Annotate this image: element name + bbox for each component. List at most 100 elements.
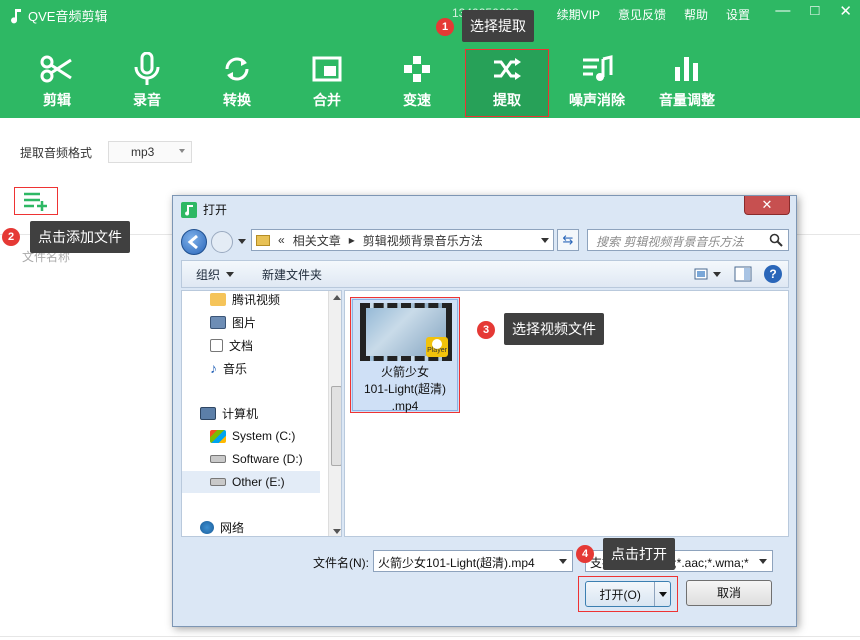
tool-speed[interactable]: 变速 bbox=[372, 50, 462, 116]
tool-label: 录音 bbox=[133, 92, 161, 108]
folder-icon bbox=[256, 234, 270, 246]
tool-label: 转换 bbox=[223, 92, 251, 108]
nav-item-label: System (C:) bbox=[232, 429, 296, 443]
chevron-down-icon[interactable] bbox=[559, 559, 567, 564]
command-bar: 组织 新建文件夹 ? bbox=[181, 260, 789, 288]
callout-add-file: 点击添加文件 bbox=[30, 221, 130, 253]
arrow-left-icon bbox=[187, 234, 198, 250]
network-icon bbox=[200, 520, 214, 534]
breadcrumb-separator[interactable]: ▸ bbox=[349, 233, 355, 247]
top-links: 续期VIP 意见反馈 帮助 设置 bbox=[557, 6, 750, 23]
filename-input[interactable]: 火箭少女101-Light(超清).mp4 bbox=[373, 550, 573, 572]
nav-item-pictures[interactable]: 图片 bbox=[210, 311, 256, 333]
format-select[interactable]: mp3 bbox=[108, 141, 192, 163]
new-folder-button[interactable]: 新建文件夹 bbox=[248, 266, 336, 283]
minimize-button[interactable]: — bbox=[775, 2, 790, 20]
convert-icon bbox=[217, 50, 257, 88]
scrollbar-thumb[interactable] bbox=[331, 386, 341, 466]
tool-record[interactable]: 录音 bbox=[102, 50, 192, 116]
dialog-title: 打开 bbox=[181, 201, 227, 218]
drive-icon bbox=[210, 478, 226, 486]
tool-label: 变速 bbox=[403, 92, 431, 108]
music-note-icon bbox=[11, 8, 21, 23]
search-icon bbox=[769, 233, 783, 247]
callout-select-video: 选择视频文件 bbox=[504, 313, 604, 345]
tool-cut[interactable]: 剪辑 bbox=[12, 50, 102, 116]
back-button[interactable] bbox=[181, 229, 207, 255]
callout-select-extract: 选择提取 bbox=[462, 10, 534, 42]
nav-item-music[interactable]: ♪ 音乐 bbox=[210, 357, 247, 379]
feedback-link[interactable]: 意见反馈 bbox=[618, 6, 666, 23]
music-app-icon bbox=[181, 201, 197, 218]
navigation-pane: 腾讯视频 图片 文档 ♪ 音乐 计算机 System (C:) Software… bbox=[181, 290, 342, 537]
app-title: QVE音频剪辑 bbox=[10, 6, 107, 25]
view-mode-icon[interactable] bbox=[694, 267, 722, 281]
open-options-dropdown[interactable] bbox=[654, 582, 670, 606]
organize-menu[interactable]: 组织 bbox=[182, 266, 248, 283]
dialog-close-button[interactable]: ✕ bbox=[744, 196, 790, 215]
nav-item-network[interactable]: 网络 bbox=[200, 516, 245, 536]
nav-item-drive-e[interactable]: Other (E:) bbox=[182, 471, 320, 493]
shuffle-icon bbox=[487, 50, 527, 88]
view-controls: ? bbox=[694, 265, 782, 283]
microphone-icon bbox=[127, 50, 167, 88]
nav-item-drive-c[interactable]: System (C:) bbox=[210, 425, 295, 447]
nav-item-label: 网络 bbox=[220, 520, 245, 535]
organize-label: 组织 bbox=[196, 267, 221, 282]
tool-label: 噪声消除 bbox=[569, 92, 625, 108]
open-button-label: 打开(O) bbox=[599, 587, 641, 602]
breadcrumb-overflow[interactable]: « bbox=[278, 233, 285, 247]
help-link[interactable]: 帮助 bbox=[684, 6, 708, 23]
play-icon bbox=[432, 339, 442, 349]
windows-drive-icon bbox=[210, 429, 226, 443]
format-label: 提取音频格式 bbox=[20, 146, 93, 160]
chevron-down-icon[interactable] bbox=[541, 238, 549, 243]
breadcrumb-item[interactable]: 剪辑视频背景音乐方法 bbox=[363, 232, 483, 249]
open-button[interactable]: 打开(O) bbox=[585, 581, 671, 607]
computer-icon bbox=[200, 406, 216, 420]
maximize-button[interactable]: □ bbox=[810, 2, 819, 20]
nav-item-computer[interactable]: 计算机 bbox=[200, 402, 258, 424]
nav-item-drive-d[interactable]: Software (D:) bbox=[210, 448, 303, 470]
tool-denoise[interactable]: 噪声消除 bbox=[552, 50, 642, 116]
address-bar[interactable]: « 相关文章 ▸ 剪辑视频背景音乐方法 bbox=[251, 229, 554, 251]
scissors-icon bbox=[37, 50, 77, 88]
refresh-button[interactable]: ⇆ bbox=[557, 229, 579, 251]
main-toolbar: 剪辑 录音 转换 合并 变速 提取 噪声消除 音量调整 bbox=[12, 49, 732, 117]
settings-link[interactable]: 设置 bbox=[726, 6, 750, 23]
drive-icon bbox=[210, 455, 226, 463]
tool-label: 合并 bbox=[313, 92, 341, 108]
step-badge-4: 4 bbox=[576, 545, 594, 563]
nav-item-label: 计算机 bbox=[222, 406, 259, 421]
nav-item-documents[interactable]: 文档 bbox=[210, 334, 253, 356]
folder-icon bbox=[210, 292, 226, 306]
scroll-down-icon[interactable] bbox=[333, 529, 341, 534]
tool-extract[interactable]: 提取 bbox=[465, 49, 549, 117]
add-file-button[interactable] bbox=[14, 187, 58, 215]
search-input[interactable]: 搜索 剪辑视频背景音乐方法 bbox=[587, 229, 789, 251]
file-item-video[interactable]: Player 火箭少女 101-Light(超清) .mp4 bbox=[350, 297, 460, 413]
chevron-down-icon bbox=[226, 271, 235, 277]
nav-item-tencent-video[interactable]: 腾讯视频 bbox=[210, 291, 280, 310]
close-window-button[interactable]: ✕ bbox=[839, 2, 852, 20]
nav-item-label: Other (E:) bbox=[232, 475, 285, 489]
forward-button[interactable] bbox=[211, 231, 233, 253]
scroll-up-icon[interactable] bbox=[333, 295, 341, 300]
add-list-icon bbox=[24, 192, 47, 211]
tool-label: 剪辑 bbox=[43, 92, 71, 108]
step-badge-1: 1 bbox=[436, 18, 454, 36]
recent-locations-dropdown[interactable] bbox=[238, 239, 246, 244]
tool-convert[interactable]: 转换 bbox=[192, 50, 282, 116]
volume-bars-icon bbox=[667, 50, 707, 88]
tool-merge[interactable]: 合并 bbox=[282, 50, 372, 116]
breadcrumb-item[interactable]: 相关文章 bbox=[293, 232, 341, 249]
cancel-button[interactable]: 取消 bbox=[686, 580, 772, 606]
renew-vip-link[interactable]: 续期VIP bbox=[557, 6, 600, 23]
format-value: mp3 bbox=[131, 145, 155, 159]
chevron-down-icon bbox=[658, 591, 667, 597]
nav-scrollbar[interactable] bbox=[328, 291, 341, 536]
help-icon[interactable]: ? bbox=[764, 265, 782, 283]
app-header: QVE音频剪辑 1340256698 续期VIP 意见反馈 帮助 设置 — □ … bbox=[0, 0, 860, 118]
preview-pane-icon[interactable] bbox=[734, 266, 752, 282]
tool-volume[interactable]: 音量调整 bbox=[642, 50, 732, 116]
